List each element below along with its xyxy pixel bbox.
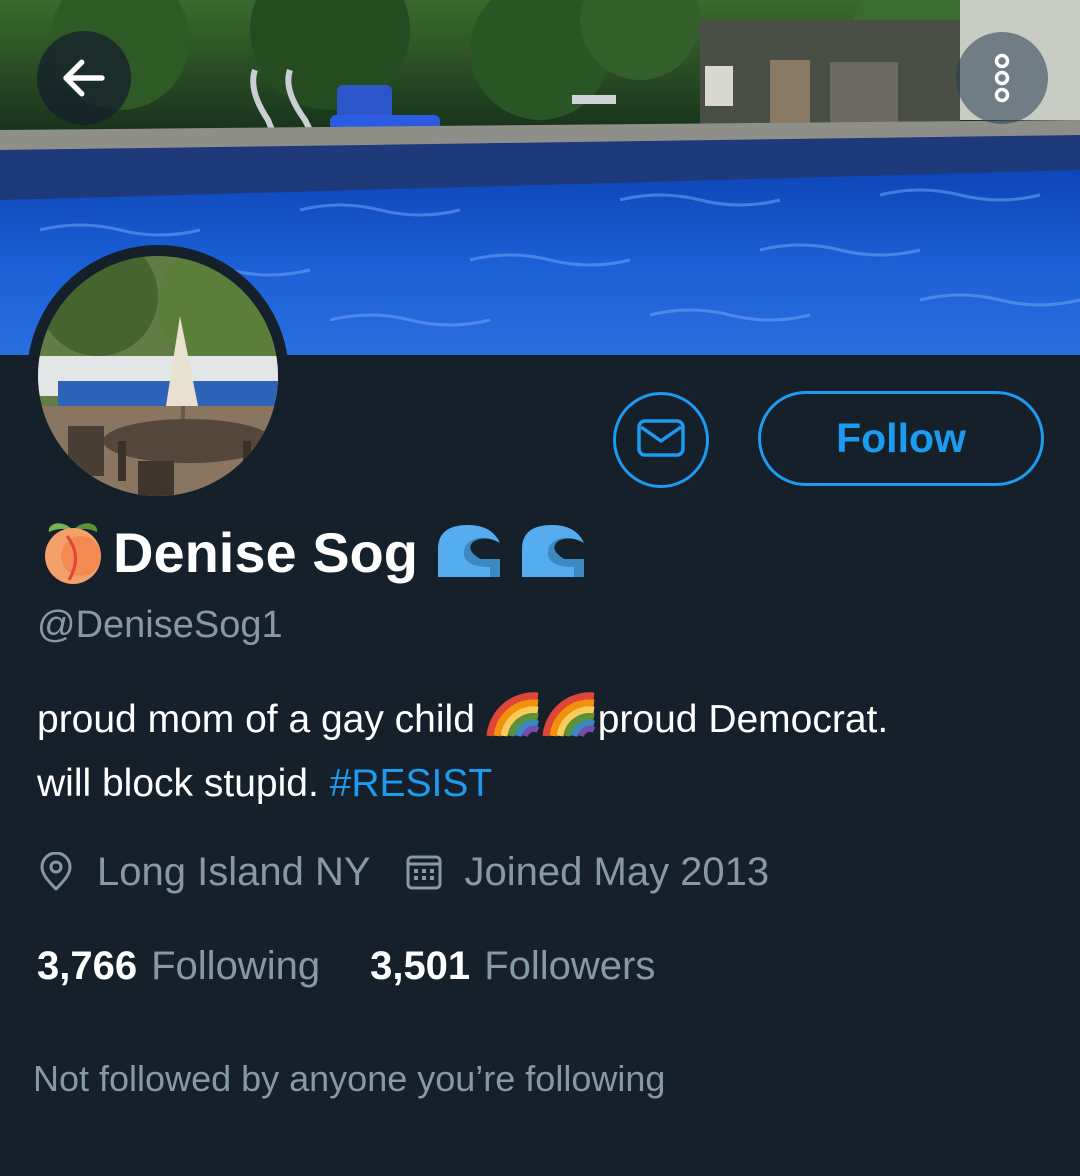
message-button[interactable] [613,392,709,488]
back-button[interactable] [37,31,131,125]
follow-stats: 3,766 Following 3,501 Followers [37,936,655,996]
mutual-followers-note: Not followed by anyone you’re following [33,1058,666,1099]
user-handle: @DeniseSog1 [37,604,283,646]
envelope-icon [636,418,686,463]
location-text: Long Island NY [97,849,371,894]
follow-button[interactable]: Follow [758,391,1044,486]
bio-text-1: proud mom of a gay child [37,698,486,741]
peach-emoji-icon [37,514,109,591]
following-link[interactable]: 3,766 Following [37,944,320,989]
following-count: 3,766 [37,943,138,988]
calendar-icon [405,853,443,891]
following-label: Following [151,943,321,988]
more-options-button[interactable] [956,32,1048,124]
followers-link[interactable]: 3,501 Followers [370,944,655,989]
more-vertical-icon [987,48,1017,108]
bio-text-3: will block stupid. [37,762,330,805]
display-name: Denise Sog [113,520,418,584]
joined-date-text: Joined May 2013 [464,849,770,894]
arrow-left-icon [57,51,111,105]
hashtag-link[interactable]: #RESIST [330,762,493,805]
profile-meta: Long Island NY Joined May 2013 [37,842,769,902]
avatar-image [38,256,278,496]
follow-button-label: Follow [836,415,966,461]
followers-count: 3,501 [370,943,471,988]
profile-bio: proud mom of a gay child proud Democrat.… [37,690,1047,813]
bio-text-2: proud Democrat. [597,698,889,741]
profile-avatar[interactable] [27,245,289,507]
location-pin-icon [37,852,75,892]
rainbow-emoji-icon [486,690,598,755]
followers-label: Followers [484,943,656,988]
wave-emoji-icon [434,519,594,586]
display-name-row: Denise Sog [37,512,594,592]
